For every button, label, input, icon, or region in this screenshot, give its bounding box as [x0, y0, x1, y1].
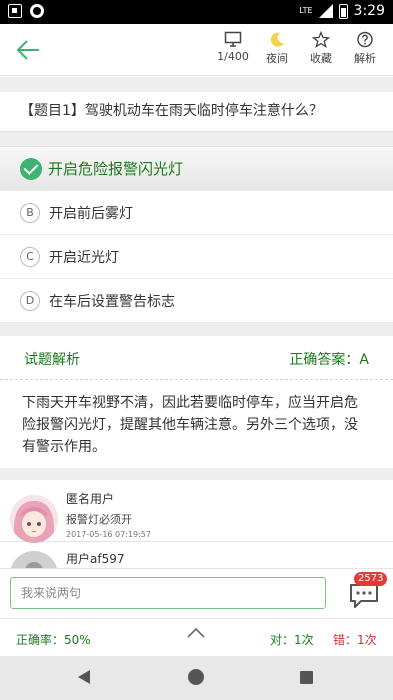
- notification-record-icon: [30, 4, 44, 18]
- notification-app-icon: [8, 4, 22, 18]
- nav-back-icon[interactable]: [78, 670, 90, 684]
- comment-user: 用户af597: [66, 552, 125, 566]
- wrong-count: 错：1次: [333, 633, 377, 647]
- answer-options: 开启危险报警闪光灯 B 开启前后雾灯 C 开启近光灯 D 在车后设置警告标志: [0, 146, 393, 323]
- option-a[interactable]: 开启危险报警闪光灯: [0, 147, 393, 191]
- comment-time: 2017-05-16 07:19:57: [66, 530, 151, 539]
- option-text: 开启危险报警闪光灯: [48, 160, 184, 178]
- option-text: 开启近光灯: [49, 249, 119, 266]
- divider: [0, 132, 393, 146]
- check-circle-icon: [20, 157, 42, 180]
- network-type: LTE: [299, 6, 313, 15]
- progress-counter[interactable]: 1/400: [211, 31, 255, 66]
- comment-user: 匿名用户: [66, 492, 115, 506]
- analysis-header: 试题解析 正确答案：A: [0, 336, 393, 380]
- divider: [0, 322, 393, 336]
- favorite-button[interactable]: 收藏: [299, 31, 343, 66]
- nav-home-icon[interactable]: [188, 669, 204, 685]
- right-count: 对：1次: [270, 633, 314, 647]
- battery-icon: [338, 3, 348, 19]
- progress-label: 1/400: [217, 50, 249, 63]
- chevron-up-icon[interactable]: [186, 625, 206, 639]
- top-toolbar: 1/400 夜间 收藏 解析: [0, 24, 393, 76]
- anime-avatar-icon: [10, 495, 58, 543]
- comment-item[interactable]: 匿名用户 报警灯必须开 2017-05-16 07:19:57: [0, 480, 393, 543]
- divider: [0, 77, 393, 92]
- accuracy-rate: 正确率：50%: [16, 633, 91, 647]
- comment-text: 报警灯必须开: [66, 513, 132, 526]
- comment-count-badge: 2573: [354, 572, 388, 586]
- option-letter: C: [20, 246, 40, 267]
- status-time: 3:29: [353, 3, 385, 19]
- star-icon: [312, 31, 330, 48]
- signal-icon: [318, 4, 333, 18]
- nav-recents-icon[interactable]: [300, 671, 313, 684]
- option-letter: B: [20, 202, 40, 223]
- back-arrow-icon[interactable]: [14, 36, 42, 64]
- user-avatar-icon: [10, 551, 58, 568]
- comment-input[interactable]: [10, 577, 326, 609]
- option-text: 开启前后雾灯: [49, 205, 133, 222]
- analysis-title: 试题解析: [24, 352, 80, 368]
- explanation-label: 解析: [354, 52, 376, 65]
- option-c[interactable]: C 开启近光灯: [0, 235, 393, 279]
- question-circle-icon: [357, 31, 373, 48]
- comment-bar: [0, 568, 393, 618]
- moon-icon: [270, 32, 284, 47]
- option-b[interactable]: B 开启前后雾灯: [0, 191, 393, 235]
- monitor-icon: [224, 31, 242, 47]
- avatar[interactable]: [10, 551, 58, 568]
- option-letter: D: [20, 290, 40, 311]
- option-text: 在车后设置警告标志: [49, 293, 175, 310]
- comment-list: 匿名用户 报警灯必须开 2017-05-16 07:19:57 用户af597: [0, 480, 393, 568]
- divider: [0, 468, 393, 480]
- explanation-button[interactable]: 解析: [343, 31, 387, 66]
- night-mode-label: 夜间: [266, 52, 288, 65]
- favorite-label: 收藏: [310, 52, 332, 65]
- correct-answer: 正确答案：A: [289, 352, 369, 368]
- option-d[interactable]: D 在车后设置警告标志: [0, 279, 393, 323]
- comment-item[interactable]: 用户af597: [0, 543, 393, 568]
- system-nav-bar: [0, 656, 393, 700]
- question-text: 【题目1】驾驶机动车在雨天临时停车注意什么？: [0, 92, 393, 132]
- analysis-text: 下雨天开车视野不清，因此若要临时停车，应当开启危险报警闪光灯，提醒其他车辆注意。…: [0, 380, 393, 468]
- avatar[interactable]: [10, 495, 58, 543]
- night-mode-button[interactable]: 夜间: [255, 31, 299, 66]
- stats-bar: 正确率：50% 对：1次 错：1次: [0, 618, 393, 656]
- status-bar: LTE 3:29: [0, 0, 393, 24]
